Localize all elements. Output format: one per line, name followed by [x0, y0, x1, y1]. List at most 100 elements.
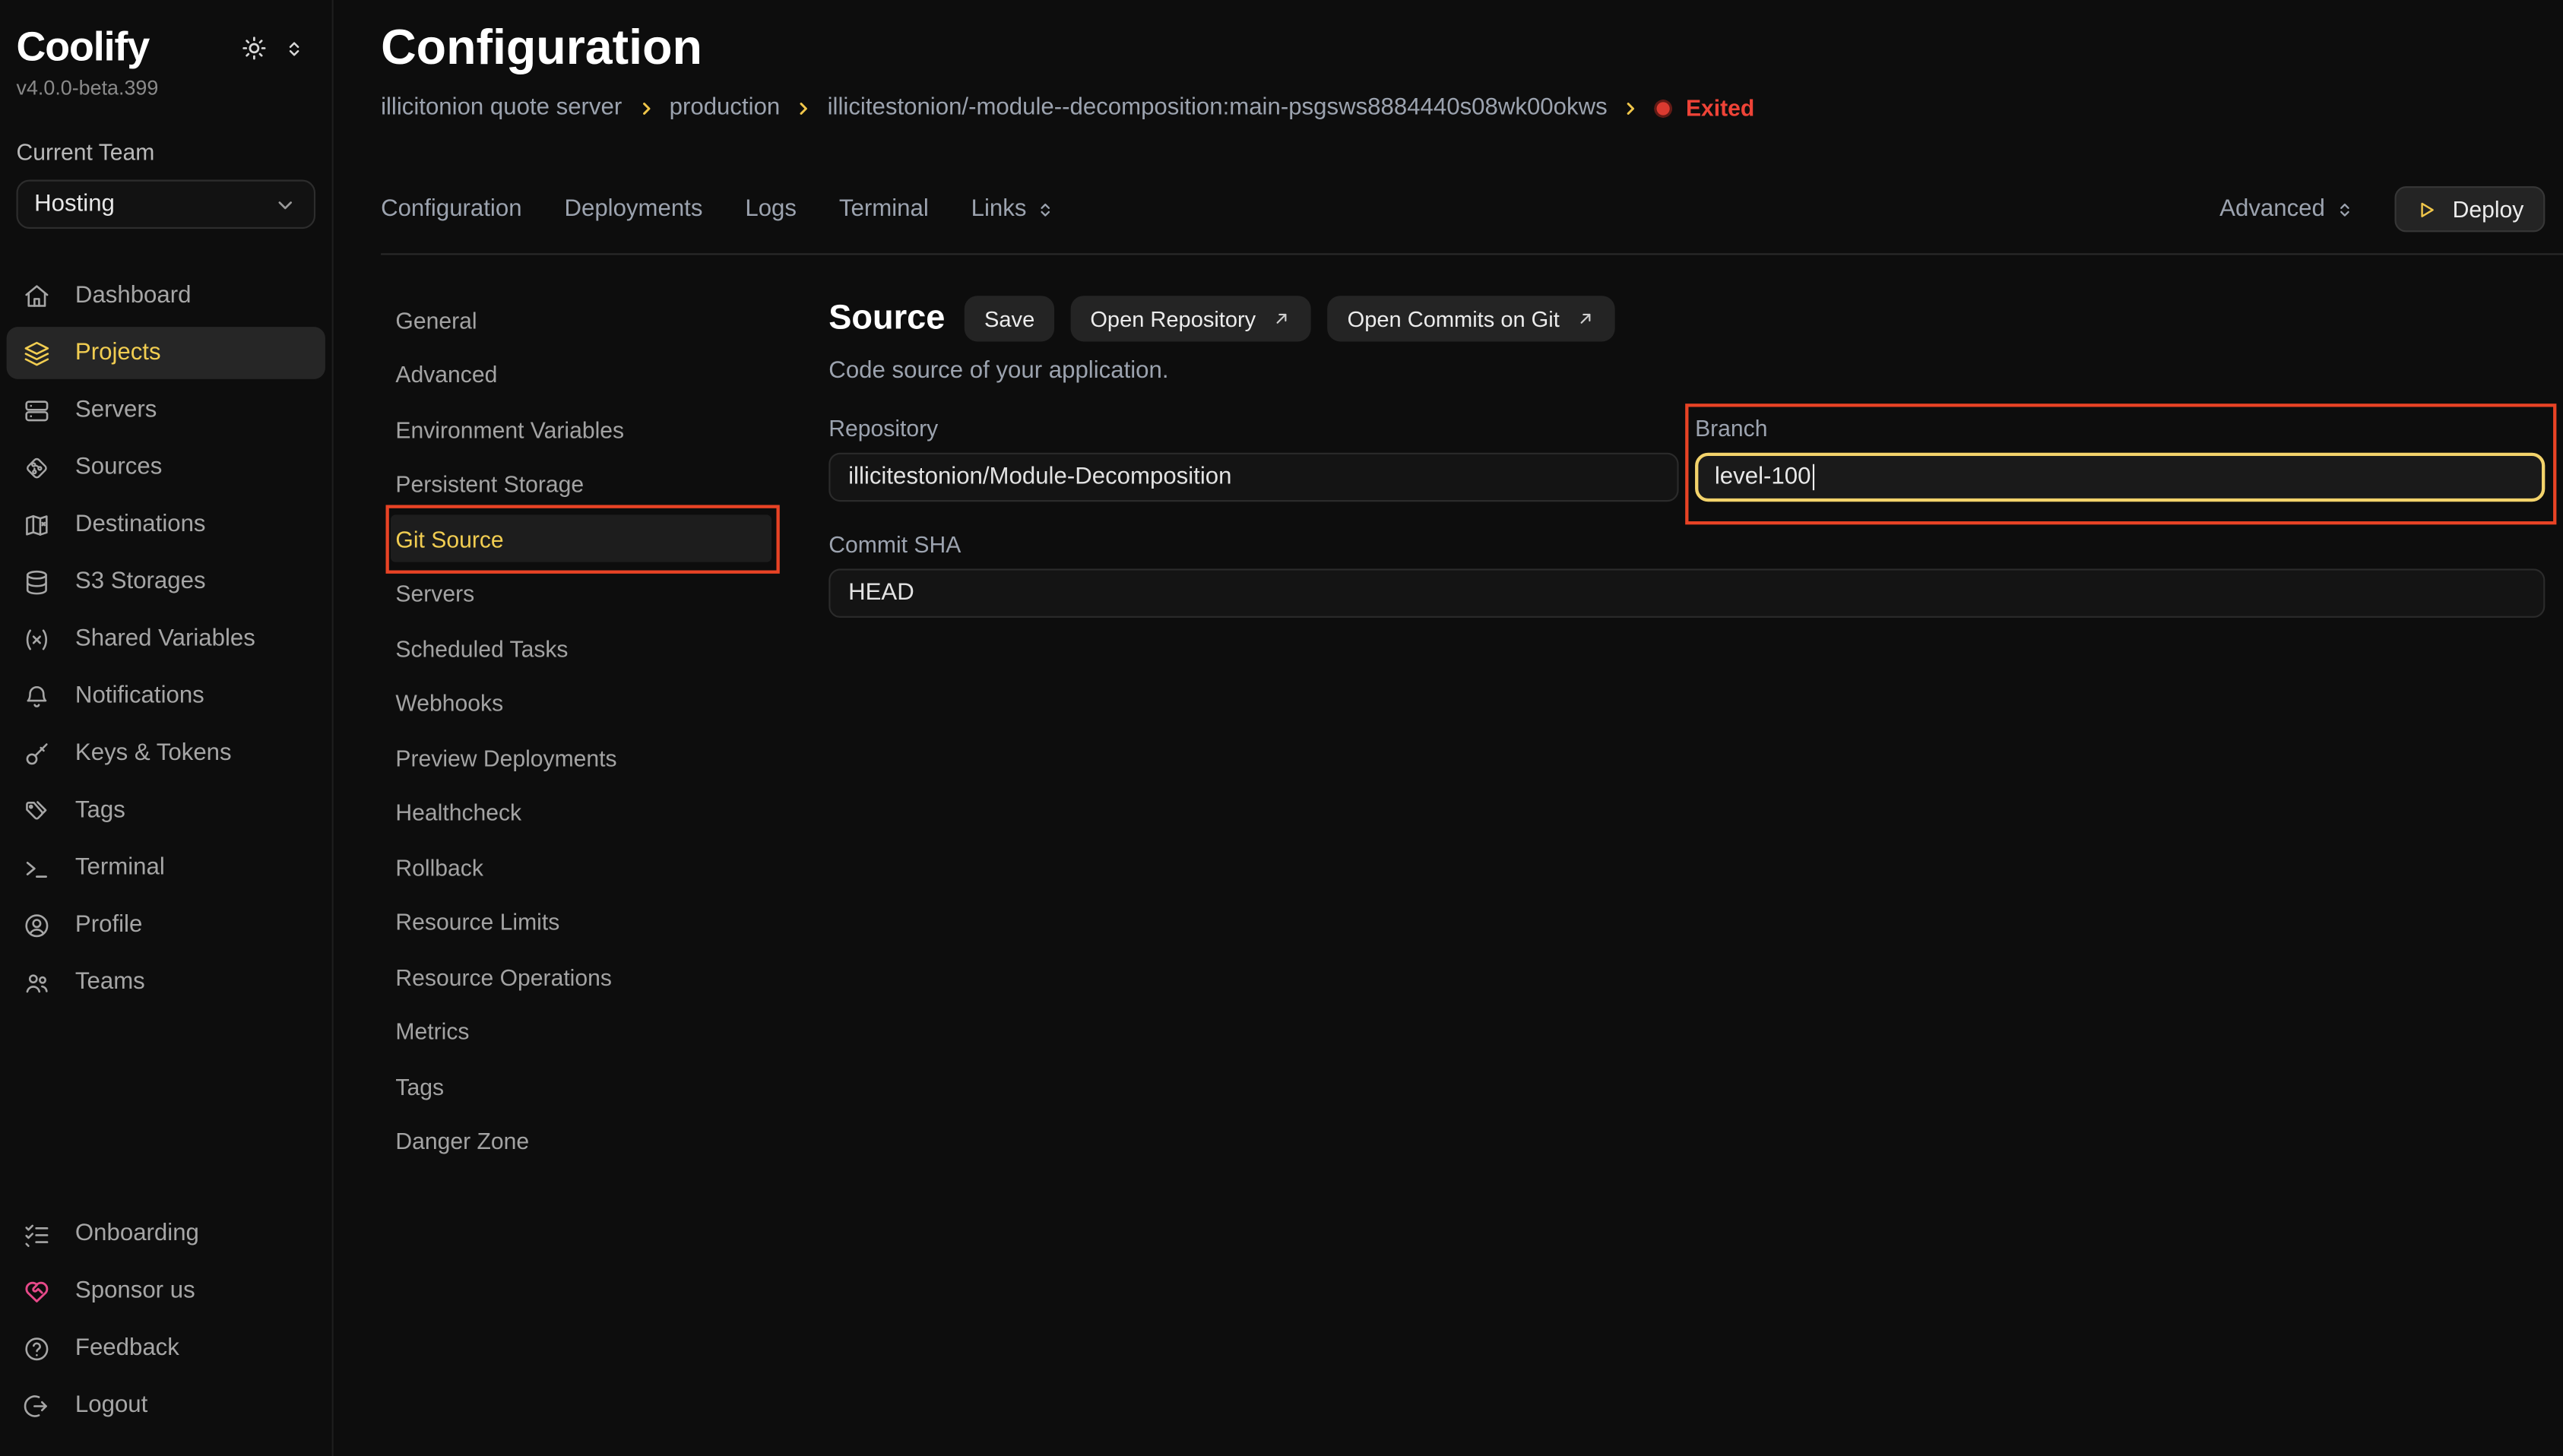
sidebar-item-notifications[interactable]: Notifications	[7, 670, 325, 723]
sidebar-item-onboarding[interactable]: Onboarding	[7, 1208, 325, 1260]
terminal-icon	[23, 854, 51, 882]
subnav-item-environment-variables[interactable]: Environment Variables	[381, 405, 780, 452]
branch-value: level-100	[1715, 464, 1811, 490]
subnav-item-rollback[interactable]: Rollback	[381, 844, 780, 891]
bell-icon	[23, 682, 51, 711]
save-button[interactable]: Save	[965, 296, 1054, 341]
app-version: v4.0.0-beta.399	[17, 77, 316, 100]
sidebar-item-servers[interactable]: Servers	[7, 384, 325, 436]
tags-icon	[23, 796, 51, 825]
subnav-item-label: Git Source	[395, 525, 503, 551]
repository-input[interactable]	[828, 453, 1678, 502]
subnav-item-webhooks[interactable]: Webhooks	[381, 679, 780, 726]
subnav-item-metrics[interactable]: Metrics	[381, 1008, 780, 1055]
list-checks-icon	[23, 1220, 51, 1248]
logout-icon	[23, 1391, 51, 1420]
subnav-item-tags[interactable]: Tags	[381, 1062, 780, 1109]
server-icon	[23, 396, 51, 424]
sidebar-item-projects[interactable]: Projects	[7, 327, 325, 379]
open-commits-button[interactable]: Open Commits on Git	[1328, 296, 1615, 341]
repository-label: Repository	[828, 415, 1678, 441]
chevron-right-icon	[1622, 99, 1640, 117]
tab-configuration[interactable]: Configuration	[381, 196, 521, 222]
branch-label: Branch	[1695, 415, 2545, 441]
branch-input[interactable]: level-100	[1695, 453, 2545, 502]
theme-sun-icon[interactable]	[240, 34, 268, 62]
subnav-item-resource-operations[interactable]: Resource Operations	[381, 953, 780, 1000]
users-icon	[23, 968, 51, 996]
tab-links-label: Links	[971, 196, 1027, 222]
open-repository-label: Open Repository	[1090, 306, 1256, 331]
sidebar-item-label: Terminal	[75, 855, 165, 881]
subnav-item-resource-limits[interactable]: Resource Limits	[381, 898, 780, 945]
parentheses-x-icon	[23, 625, 51, 654]
current-team-label: Current Team	[17, 139, 316, 165]
git-source-form: Source Save Open Repository Open Commits…	[828, 296, 2545, 1456]
status-label: Exited	[1686, 95, 1754, 121]
subnav-item-general[interactable]: General	[381, 296, 780, 343]
sidebar-item-tags[interactable]: Tags	[7, 784, 325, 837]
breadcrumb-application[interactable]: illicitestonion/-module--decomposition:m…	[828, 95, 1608, 121]
status-dot-icon	[1655, 99, 1673, 117]
sidebar-item-teams[interactable]: Teams	[7, 956, 325, 1008]
sidebar-item-sources[interactable]: Sources	[7, 442, 325, 494]
chevron-right-icon	[795, 99, 813, 117]
home-icon	[23, 282, 51, 310]
tab-links[interactable]: Links	[971, 196, 1057, 222]
sidebar-item-s3-storages[interactable]: S3 Storages	[7, 555, 325, 608]
external-link-icon	[1576, 309, 1595, 328]
key-icon	[23, 739, 51, 768]
sidebar-item-label: Logout	[75, 1392, 147, 1418]
open-commits-label: Open Commits on Git	[1348, 306, 1560, 331]
tabs-actions: Advanced Deploy	[2219, 186, 2545, 232]
sidebar-item-keys-tokens[interactable]: Keys & Tokens	[7, 727, 325, 780]
subnav-item-healthcheck[interactable]: Healthcheck	[381, 789, 780, 836]
sidebar-item-feedback[interactable]: Feedback	[7, 1322, 325, 1375]
sidebar-footer-nav: Onboarding Sponsor us Feedback Logout	[17, 1208, 316, 1439]
deploy-button[interactable]: Deploy	[2395, 186, 2545, 232]
sidebar-item-label: Projects	[75, 340, 161, 366]
tab-deployments[interactable]: Deployments	[564, 196, 702, 222]
team-select[interactable]: Hosting	[17, 180, 316, 229]
advanced-dropdown[interactable]: Advanced	[2219, 196, 2356, 222]
sidebar-item-label: S3 Storages	[75, 568, 206, 594]
sidebar-item-shared-variables[interactable]: Shared Variables	[7, 612, 325, 665]
heart-handshake-icon	[23, 1277, 51, 1306]
external-link-icon	[1272, 309, 1292, 328]
section-description: Code source of your application.	[828, 358, 2545, 384]
sidebar-item-label: Servers	[75, 397, 157, 423]
chevron-down-icon	[273, 192, 297, 217]
theme-switcher-chevrons-icon[interactable]	[283, 36, 306, 59]
user-circle-icon	[23, 911, 51, 939]
sidebar-item-label: Sources	[75, 454, 162, 480]
sidebar-item-label: Feedback	[75, 1335, 179, 1361]
tab-terminal[interactable]: Terminal	[839, 196, 929, 222]
subnav-item-scheduled-tasks[interactable]: Scheduled Tasks	[381, 624, 780, 671]
text-cursor	[1813, 464, 1815, 490]
subnav-item-advanced[interactable]: Advanced	[381, 350, 780, 397]
subnav-item-servers[interactable]: Servers	[381, 569, 780, 616]
subnav-item-git-source[interactable]: Git Source	[391, 514, 771, 562]
chevron-right-icon	[637, 99, 655, 117]
subnav-item-danger-zone[interactable]: Danger Zone	[381, 1117, 780, 1164]
sidebar-item-label: Notifications	[75, 683, 204, 709]
tabs: Configuration Deployments Logs Terminal …	[381, 196, 1056, 222]
commit-sha-label: Commit SHA	[828, 531, 2545, 557]
sidebar-item-sponsor-us[interactable]: Sponsor us	[7, 1265, 325, 1317]
advanced-label: Advanced	[2219, 196, 2325, 222]
sidebar-item-terminal[interactable]: Terminal	[7, 842, 325, 894]
play-icon	[2416, 198, 2438, 220]
sidebar-item-destinations[interactable]: Destinations	[7, 499, 325, 551]
commit-sha-input[interactable]	[828, 568, 2545, 618]
section-title: Source	[828, 299, 945, 339]
tab-logs[interactable]: Logs	[745, 196, 797, 222]
sidebar-item-profile[interactable]: Profile	[7, 899, 325, 951]
open-repository-button[interactable]: Open Repository	[1071, 296, 1312, 341]
sidebar-item-logout[interactable]: Logout	[7, 1379, 325, 1432]
subnav-item-preview-deployments[interactable]: Preview Deployments	[381, 734, 780, 781]
subnav-item-persistent-storage[interactable]: Persistent Storage	[381, 460, 780, 507]
breadcrumb-project[interactable]: illicitonion quote server	[381, 95, 622, 121]
tabs-divider	[381, 253, 2563, 255]
sidebar-item-dashboard[interactable]: Dashboard	[7, 270, 325, 322]
breadcrumb-environment[interactable]: production	[670, 95, 781, 121]
